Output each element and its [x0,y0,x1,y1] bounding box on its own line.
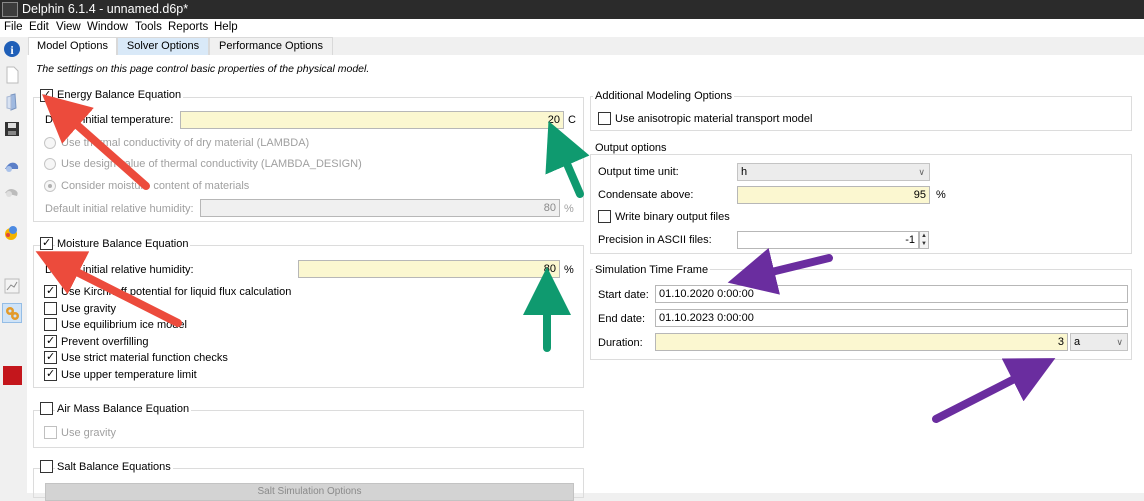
purple-arrow-duration [932,358,1056,423]
red-arrow-moisture [35,251,182,327]
purple-arrow-timeframe [727,248,833,295]
green-arrow-temperature [545,120,590,198]
red-arrow-energy [42,94,150,190]
annotation-overlay [35,94,1056,423]
